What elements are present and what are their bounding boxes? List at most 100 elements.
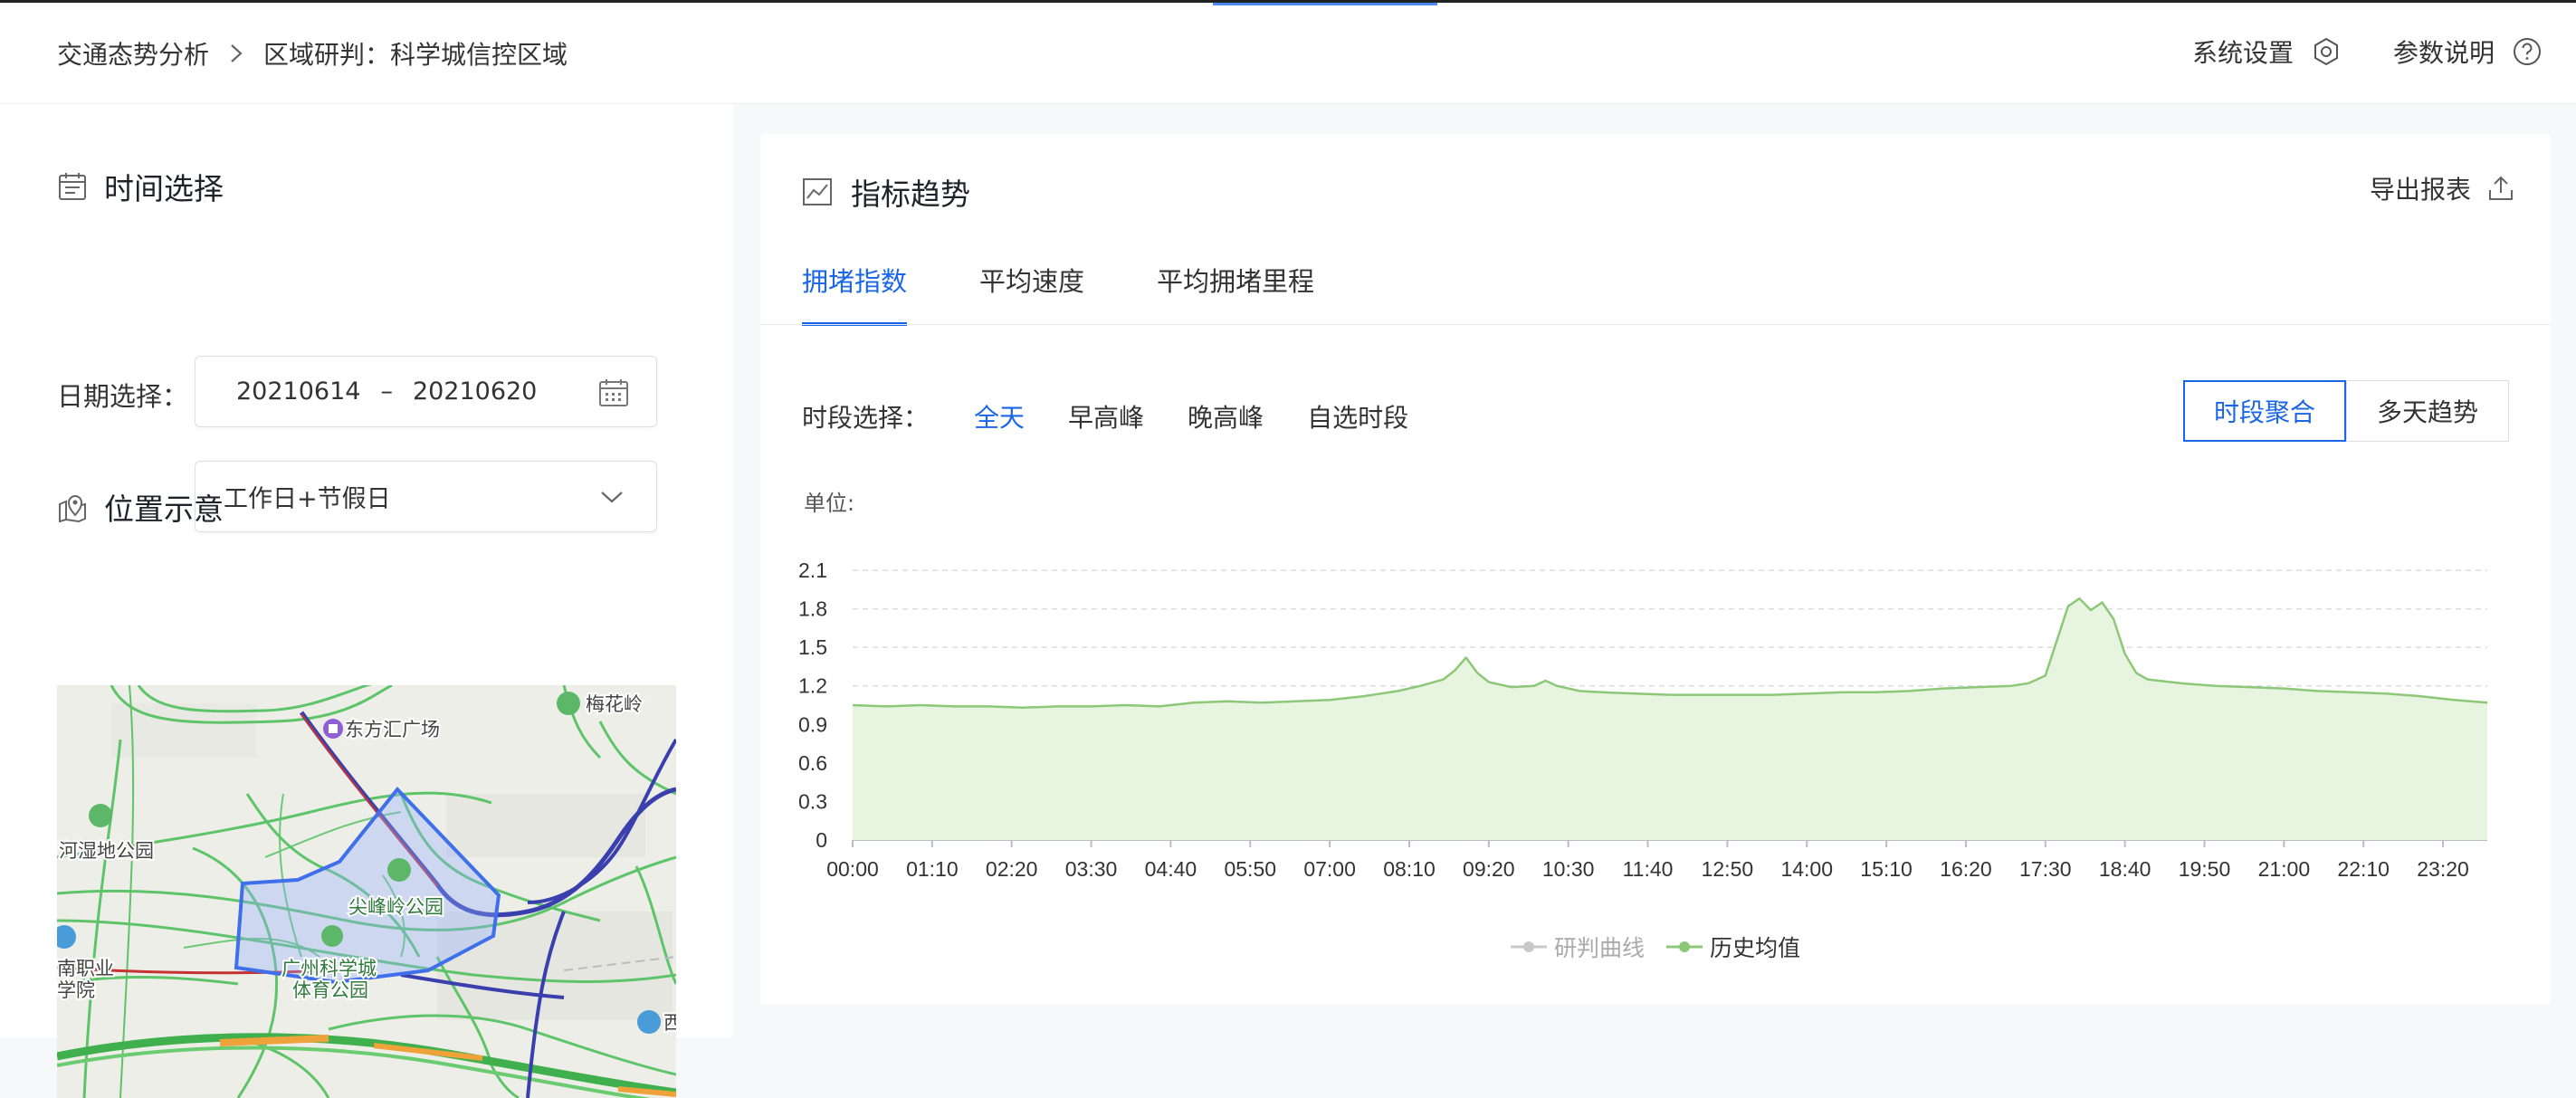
y-tick-label: 1.8 bbox=[798, 597, 827, 621]
x-tick-label: 21:00 bbox=[2258, 857, 2311, 881]
y-tick-label: 2.1 bbox=[798, 559, 827, 582]
export-label: 导出报表 bbox=[2370, 170, 2471, 206]
map-label: 南职业 bbox=[57, 959, 114, 979]
breadcrumb: 交通态势分析 区域研判：科学城信控区域 bbox=[57, 35, 568, 72]
x-tick-label: 11:40 bbox=[1623, 857, 1674, 881]
period-evening-peak[interactable]: 晚高峰 bbox=[1188, 398, 1264, 434]
trend-title-label: 指标趋势 bbox=[851, 170, 970, 214]
metric-tabs: 拥堵指数 平均速度 平均拥堵里程 bbox=[802, 261, 1387, 326]
x-tick-label: 04:40 bbox=[1145, 857, 1197, 881]
location-section-title: 位置示意 bbox=[57, 485, 224, 529]
mode-period-aggregate[interactable]: 时段聚合 bbox=[2183, 380, 2346, 442]
tab-average-speed[interactable]: 平均速度 bbox=[979, 261, 1084, 326]
x-tick-label: 07:00 bbox=[1303, 857, 1356, 881]
date-range-picker[interactable]: 20210614 – 20210620 bbox=[195, 356, 657, 427]
trend-title: 指标趋势 bbox=[802, 170, 970, 214]
mode-multi-day-trend[interactable]: 多天趋势 bbox=[2346, 380, 2509, 442]
date-label: 日期选择： bbox=[57, 376, 188, 414]
date-start: 20210614 bbox=[236, 377, 360, 406]
map-canvas: 东方汇广场 梅花岭 河湿地公园 尖峰岭公园 广州科学城 体育公园 南职业 学院 … bbox=[57, 685, 676, 1098]
x-tick-label: 03:30 bbox=[1065, 857, 1118, 881]
calendar-list-icon bbox=[57, 171, 88, 202]
chevron-right-icon bbox=[209, 43, 263, 64]
period-custom[interactable]: 自选时段 bbox=[1307, 398, 1408, 434]
tabs-divider bbox=[760, 324, 2551, 325]
legend-marker-green bbox=[1666, 938, 1703, 956]
location-section-label: 位置示意 bbox=[104, 485, 224, 529]
y-tick-label: 0 bbox=[816, 828, 827, 852]
date-separator: – bbox=[380, 377, 393, 406]
map-label: 广州科学城 bbox=[281, 959, 377, 979]
time-section-title: 时间选择 bbox=[57, 165, 224, 208]
breadcrumb-root[interactable]: 交通态势分析 bbox=[57, 35, 209, 72]
trend-chart-icon bbox=[802, 177, 833, 207]
x-tick-label: 17:30 bbox=[2019, 857, 2072, 881]
x-tick-label: 09:20 bbox=[1463, 857, 1515, 881]
x-tick-label: 08:10 bbox=[1383, 857, 1436, 881]
map-label: 学院 bbox=[57, 980, 95, 1001]
period-selector: 时段选择： 全天 早高峰 晚高峰 自选时段 bbox=[802, 398, 1436, 434]
x-tick-label: 00:00 bbox=[826, 857, 879, 881]
x-tick-label: 22:10 bbox=[2337, 857, 2390, 881]
map-label: 河湿地公园 bbox=[59, 841, 154, 862]
help-label: 参数说明 bbox=[2393, 33, 2495, 70]
x-tick-label: 01:10 bbox=[906, 857, 959, 881]
y-tick-label: 1.5 bbox=[798, 635, 827, 659]
trend-chart-svg: 0 0.3 0.6 0.9 1.2 1.5 1.8 2.1 00:00 01:10 02:20 03:… bbox=[760, 532, 2551, 967]
map-label: 西 bbox=[663, 1013, 676, 1034]
x-tick-label: 16:20 bbox=[1940, 857, 1992, 881]
map-pin-icon bbox=[57, 492, 88, 522]
x-tick-label: 02:20 bbox=[986, 857, 1038, 881]
map-label: 梅花岭 bbox=[586, 694, 643, 715]
trend-chart: 0 0.3 0.6 0.9 1.2 1.5 1.8 2.1 00:00 01:10 02:20 03:… bbox=[760, 532, 2551, 967]
calendar-icon bbox=[598, 378, 629, 407]
x-tick-label: 10:30 bbox=[1542, 857, 1595, 881]
x-tick-label: 19:50 bbox=[2179, 857, 2231, 881]
y-tick-label: 0.3 bbox=[798, 789, 827, 813]
period-label: 时段选择： bbox=[802, 398, 929, 434]
unit-label: 单位: bbox=[804, 485, 854, 517]
location-map[interactable]: 东方汇广场 梅花岭 河湿地公园 尖峰岭公园 广州科学城 体育公园 南职业 学院 … bbox=[57, 685, 676, 1098]
period-all-day[interactable]: 全天 bbox=[974, 398, 1025, 434]
x-tick-label: 12:50 bbox=[1702, 857, 1754, 881]
legend-marker-grey bbox=[1511, 938, 1547, 956]
x-tick-label: 18:40 bbox=[2099, 857, 2151, 881]
series-area-historical-mean bbox=[853, 598, 2487, 840]
legend-label: 历史均值 bbox=[1710, 931, 1800, 963]
time-section-label: 时间选择 bbox=[104, 165, 224, 208]
day-type-value: 工作日+节假日 bbox=[224, 479, 391, 514]
left-panel: 时间选择 日期选择： 20210614 – 20210620 工作日+节假日 位… bbox=[0, 104, 733, 1037]
active-indicator bbox=[1213, 3, 1437, 5]
y-tick-label: 0.9 bbox=[798, 712, 827, 736]
settings-label: 系统设置 bbox=[2192, 33, 2294, 70]
period-morning-peak[interactable]: 早高峰 bbox=[1068, 398, 1144, 434]
chevron-down-icon bbox=[600, 487, 624, 507]
map-label: 体育公园 bbox=[292, 980, 368, 1001]
legend-label: 研判曲线 bbox=[1554, 931, 1645, 963]
day-type-select[interactable]: 工作日+节假日 bbox=[195, 461, 657, 532]
upload-icon bbox=[2487, 175, 2514, 202]
trend-panel: 指标趋势 导出报表 拥堵指数 平均速度 平均拥堵里程 时段选择： 全天 早高峰 … bbox=[760, 134, 2551, 1005]
help-button[interactable]: 参数说明 bbox=[2393, 33, 2543, 70]
chart-legend: 研判曲线 历史均值 bbox=[760, 931, 2551, 963]
question-icon bbox=[2511, 35, 2543, 68]
legend-item-judgement[interactable]: 研判曲线 bbox=[1511, 931, 1645, 963]
top-actions: 系统设置 参数说明 bbox=[2142, 33, 2543, 70]
legend-item-historical-mean[interactable]: 历史均值 bbox=[1666, 931, 1800, 963]
mode-toggle: 时段聚合 多天趋势 bbox=[2183, 380, 2509, 442]
y-tick-label: 0.6 bbox=[798, 751, 827, 775]
map-label: 尖峰岭公园 bbox=[348, 897, 444, 918]
tab-congestion-index[interactable]: 拥堵指数 bbox=[802, 261, 907, 326]
tab-average-congestion-mileage[interactable]: 平均拥堵里程 bbox=[1157, 261, 1314, 326]
y-tick-label: 1.2 bbox=[798, 674, 827, 698]
map-label: 东方汇广场 bbox=[345, 720, 440, 740]
x-tick-label: 05:50 bbox=[1224, 857, 1276, 881]
breadcrumb-current: 区域研判：科学城信控区域 bbox=[263, 35, 568, 72]
top-bar: 交通态势分析 区域研判：科学城信控区域 系统设置 参数说明 bbox=[0, 0, 2576, 104]
gear-icon bbox=[2310, 35, 2342, 68]
x-tick-label: 15:10 bbox=[1860, 857, 1913, 881]
settings-button[interactable]: 系统设置 bbox=[2192, 33, 2342, 70]
x-tick-label: 14:00 bbox=[1780, 857, 1833, 881]
x-tick-label: 23:20 bbox=[2417, 857, 2469, 881]
export-report-button[interactable]: 导出报表 bbox=[2370, 170, 2514, 206]
